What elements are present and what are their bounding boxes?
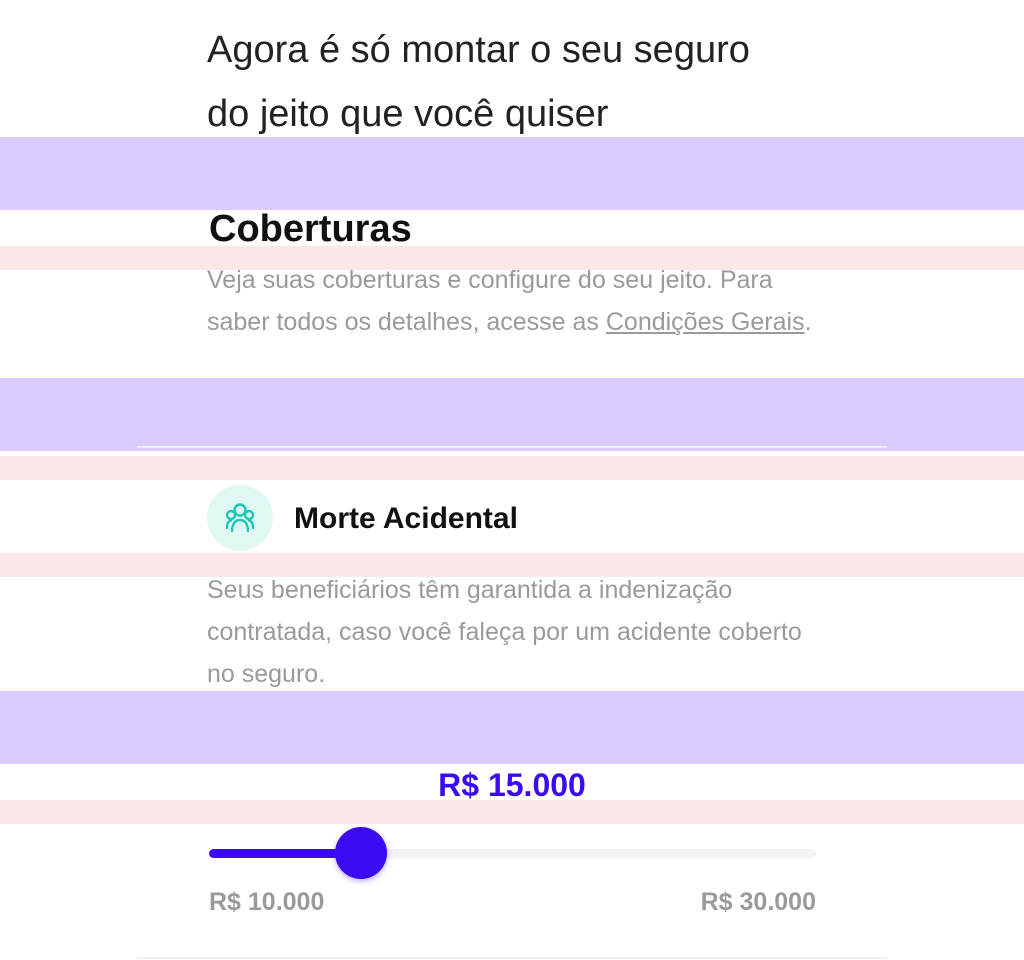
section-divider	[137, 446, 887, 448]
intro-line-1: Agora é só montar o seu seguro	[207, 29, 750, 71]
coverage-slider[interactable]	[209, 826, 816, 882]
page-intro: Agora é só montar o seu seguro do jeito …	[207, 18, 847, 146]
highlight-band	[0, 456, 1024, 480]
highlight-band	[0, 137, 1024, 210]
highlight-band	[0, 691, 1024, 764]
people-icon	[207, 485, 273, 551]
coverage-description: Seus beneficiários têm garantida a inden…	[207, 576, 802, 688]
section-divider	[137, 957, 887, 959]
coverages-title: Coberturas	[209, 208, 412, 250]
slider-max-label: R$ 30.000	[700, 888, 816, 916]
coverage-title: Morte Acidental	[294, 502, 518, 535]
slider-min-label: R$ 10.000	[209, 888, 325, 916]
intro-line-2: do jeito que você quiser	[207, 93, 609, 135]
general-conditions-link[interactable]: Condições Gerais	[606, 308, 805, 336]
coverages-description: Veja suas coberturas e configure do seu …	[207, 259, 827, 343]
coverage-amount: R$ 15.000	[438, 767, 586, 803]
highlight-band	[0, 378, 1024, 451]
coverages-description-end: .	[804, 308, 812, 336]
slider-thumb[interactable]	[334, 827, 387, 879]
